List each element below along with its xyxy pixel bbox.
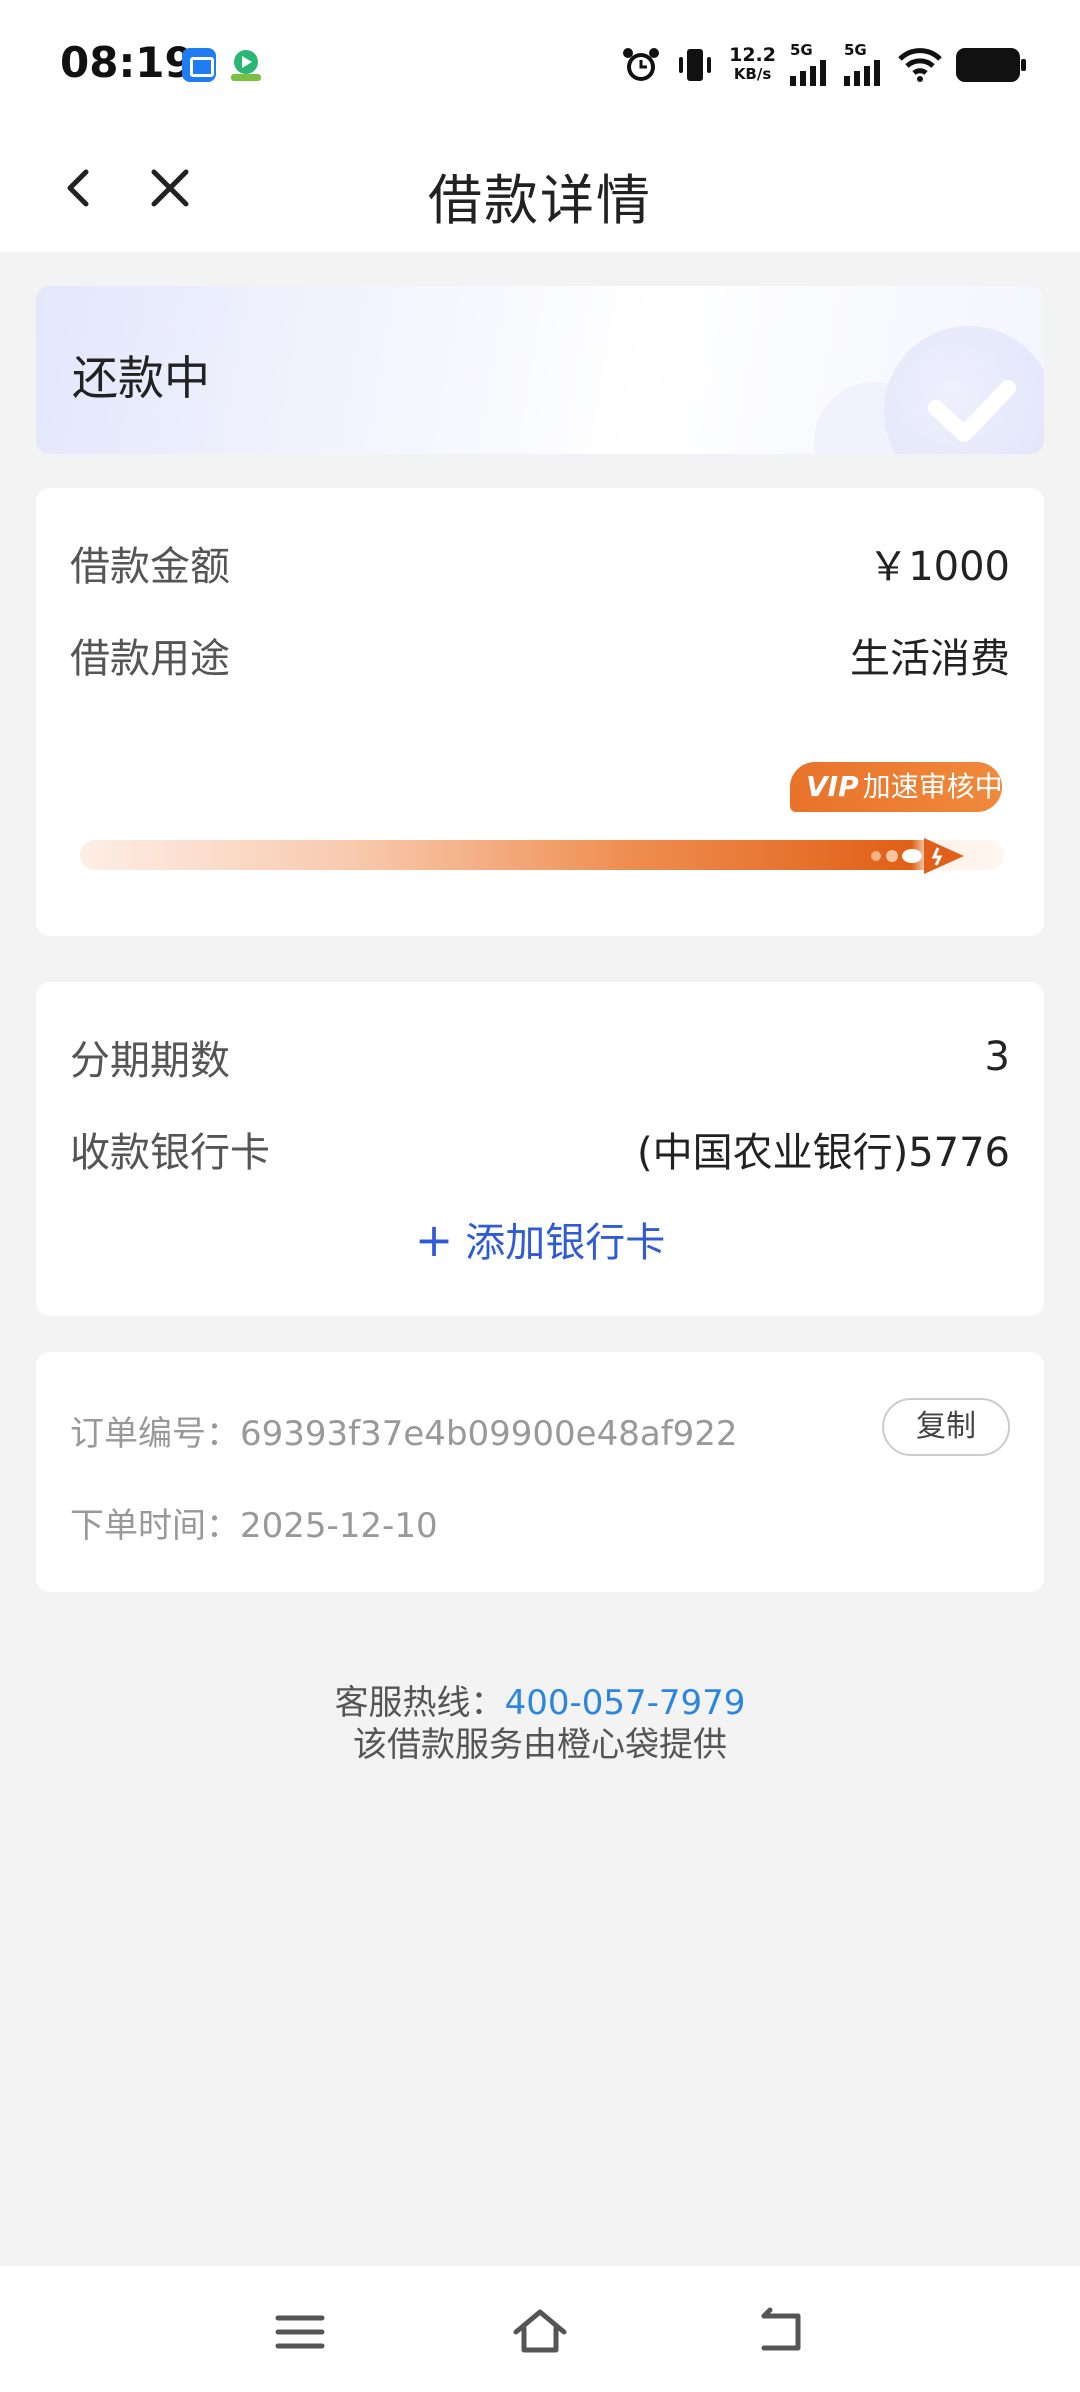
- installment-card: 分期期数 3 收款银行卡 (中国农业银行)5776 + 添加银行卡: [36, 982, 1044, 1316]
- vip-review-badge: VIP 加速审核中: [790, 762, 1003, 812]
- order-number-value: 69393f37e4b09900e48af922: [240, 1414, 738, 1454]
- hotline-line: 客服热线：400-057-7979: [0, 1682, 1080, 1724]
- home-icon[interactable]: [510, 2302, 570, 2362]
- loan-status-card: 还款中: [36, 286, 1044, 454]
- add-bank-card-button[interactable]: + 添加银行卡: [36, 1210, 1044, 1268]
- periods-row: 分期期数 3: [70, 1028, 1010, 1086]
- copy-button[interactable]: 复制: [882, 1398, 1010, 1456]
- loan-status-text: 还款中: [72, 351, 210, 405]
- back-nav-icon[interactable]: [750, 2302, 810, 2362]
- top-app-bar: 借款详情: [0, 130, 1080, 252]
- order-number-row: 订单编号：69393f37e4b09900e48af922: [70, 1406, 738, 1455]
- wifi-icon: [898, 48, 942, 82]
- order-info-card: 订单编号：69393f37e4b09900e48af922 复制 下单时间：20…: [36, 1352, 1044, 1592]
- app-video-icon: [231, 50, 261, 81]
- check-badge-icon: [884, 326, 1044, 454]
- signal-icon: 5G: [790, 41, 830, 90]
- hotline-phone-link[interactable]: 400-057-7979: [505, 1683, 746, 1723]
- order-number-label: 订单编号：: [70, 1414, 240, 1454]
- bank-card-value: (中国农业银行)5776: [636, 1130, 1010, 1176]
- loan-amount-value: ￥1000: [868, 544, 1010, 590]
- status-bar: 08:19 12.2 KB/s 5G 5G: [0, 0, 1080, 130]
- app-notification-icon: [182, 48, 216, 82]
- loan-info-card: 借款金额 ￥1000 借款用途 生活消费 VIP 加速审核中: [36, 488, 1044, 936]
- loan-purpose-label: 借款用途: [70, 636, 230, 682]
- bank-card-row: 收款银行卡 (中国农业银行)5776: [70, 1120, 1010, 1178]
- loan-purpose-value: 生活消费: [850, 636, 1010, 682]
- bank-card-label: 收款银行卡: [70, 1130, 270, 1176]
- order-time-row: 下单时间：2025-12-10: [70, 1498, 438, 1547]
- order-time-label: 下单时间：: [70, 1506, 240, 1546]
- loan-amount-row: 借款金额 ￥1000: [70, 534, 1010, 592]
- loan-purpose-row: 借款用途 生活消费: [70, 626, 1010, 684]
- hotline-label: 客服热线：: [334, 1683, 505, 1723]
- plus-icon: +: [414, 1213, 454, 1267]
- alarm-icon: [623, 48, 660, 81]
- vip-badge-text: 加速审核中: [862, 770, 1003, 803]
- periods-label: 分期期数: [70, 1038, 230, 1084]
- network-speed: 12.2 KB/s: [729, 44, 776, 84]
- battery-icon: [956, 48, 1026, 82]
- loan-amount-label: 借款金额: [70, 544, 230, 590]
- provider-text: 该借款服务由橙心袋提供: [353, 1725, 727, 1765]
- signal-icon: 5G: [844, 41, 884, 90]
- system-nav-bar: [0, 2266, 1080, 2392]
- page-title: 借款详情: [428, 169, 652, 232]
- service-footer: 客服热线：400-057-7979 该借款服务由橙心袋提供: [0, 1682, 1080, 1766]
- menu-icon[interactable]: [270, 2302, 330, 2362]
- order-time-value: 2025-12-10: [240, 1506, 438, 1546]
- vibrate-icon: [679, 49, 712, 81]
- status-time: 08:19: [60, 38, 194, 87]
- add-bank-card-label: 添加银行卡: [465, 1220, 666, 1266]
- review-progress-bar: [80, 840, 1004, 870]
- vip-label: VIP: [806, 770, 859, 803]
- periods-value: 3: [984, 1034, 1010, 1080]
- rocket-icon: [871, 838, 964, 874]
